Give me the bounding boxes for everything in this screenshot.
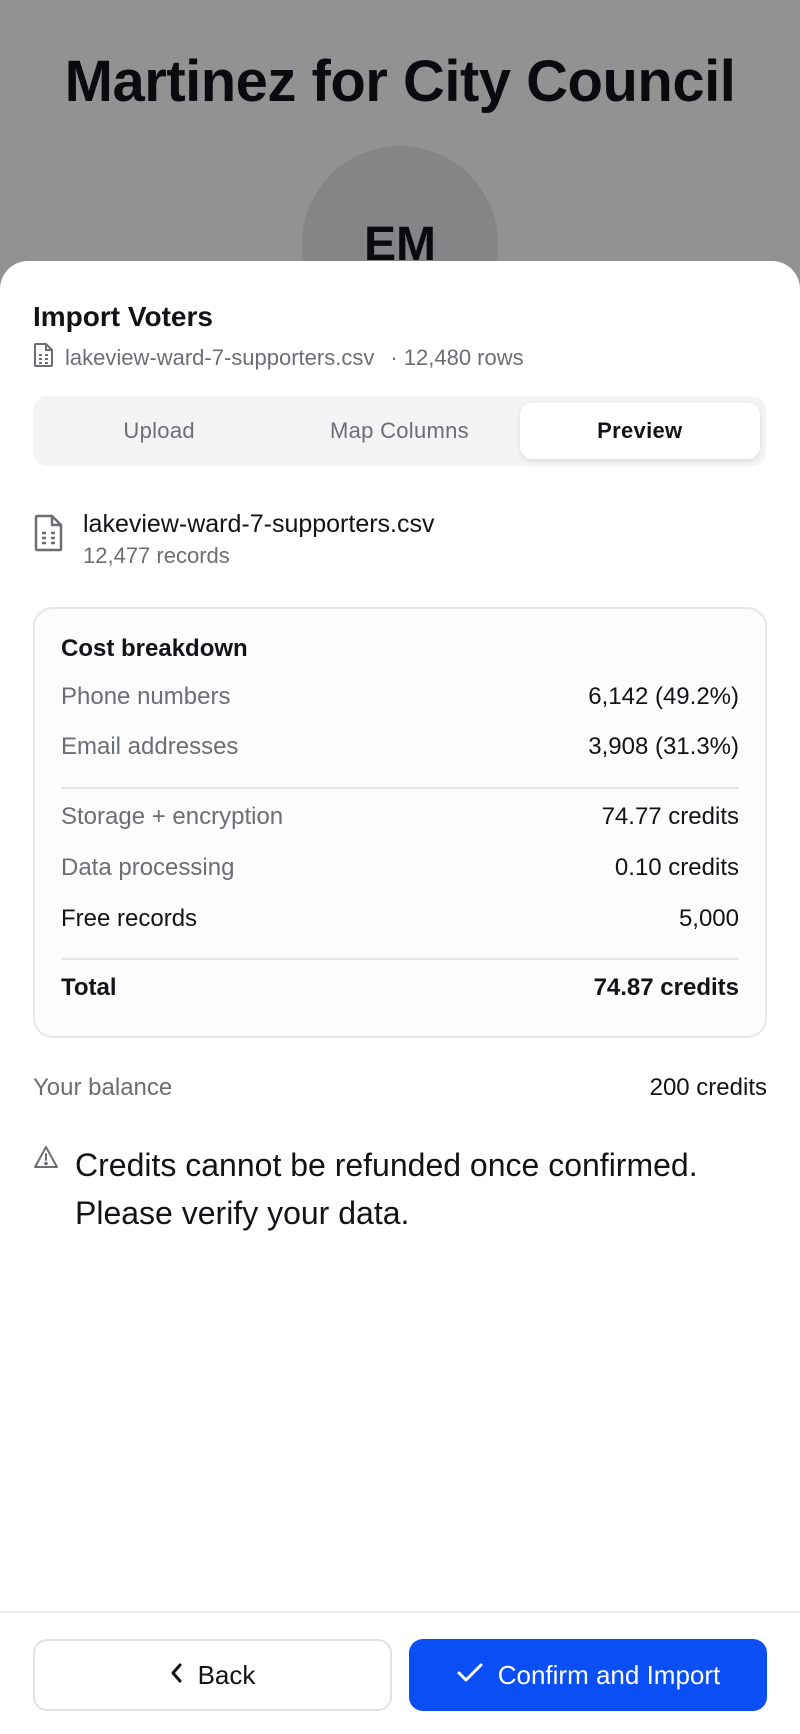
file-name-subtitle: lakeview-ward-7-supporters.csv (65, 345, 375, 370)
file-icon (33, 513, 65, 558)
sheet-title: Import Voters (33, 301, 213, 332)
row-count: · 12,480 rows (390, 345, 524, 370)
balance-label: Your balance (33, 1074, 173, 1101)
email-addresses-value: 3,908 (31.3%) (588, 733, 739, 760)
balance-row: Your balance 200 credits (33, 1072, 767, 1104)
tab-preview[interactable]: Preview (519, 403, 760, 459)
storage-label: Storage + encryption (61, 803, 284, 830)
total-label: Total (61, 974, 117, 1001)
tab-map-columns[interactable]: Map Columns (279, 403, 519, 459)
file-icon (33, 342, 55, 374)
warning-triangle-icon (33, 1145, 59, 1174)
free-records-value: 5,000 (678, 905, 739, 932)
storage-row: Storage + encryption 74.77 credits (61, 801, 739, 833)
phone-numbers-row: Phone numbers 6,142 (49.2%) (61, 681, 739, 713)
cost-breakdown-card: Cost breakdown Phone numbers 6,142 (49.2… (33, 607, 767, 1038)
file-subtitle: lakeview-ward-7-supporters.csv · 12,480 … (33, 343, 524, 373)
back-button-label: Back (197, 1659, 256, 1690)
file-records: 12,477 records (83, 543, 230, 568)
data-processing-value: 0.10 credits (614, 854, 739, 881)
sheet-footer: Back Confirm and Import (0, 1611, 800, 1734)
cost-breakdown-title: Cost breakdown (61, 635, 248, 662)
refund-warning: Credits cannot be refunded once confirme… (33, 1141, 773, 1237)
import-voters-sheet: Import Voters lakeview-ward-7-supporters… (0, 261, 800, 1734)
free-records-label: Free records (61, 905, 198, 932)
email-addresses-label: Email addresses (61, 733, 239, 760)
email-addresses-row: Email addresses 3,908 (31.3%) (61, 731, 739, 763)
total-row: Total 74.87 credits (61, 972, 739, 1004)
free-records-row: Free records 5,000 (61, 903, 739, 935)
chevron-left-icon (170, 1660, 184, 1691)
divider (61, 787, 739, 789)
storage-value: 74.77 credits (601, 803, 739, 830)
file-name: lakeview-ward-7-supporters.csv (83, 510, 435, 538)
file-info: lakeview-ward-7-supporters.csv 12,477 re… (33, 509, 435, 571)
confirm-import-label: Confirm and Import (497, 1659, 721, 1690)
check-icon (456, 1660, 484, 1691)
back-button[interactable]: Back (33, 1639, 392, 1711)
data-processing-row: Data processing 0.10 credits (61, 852, 739, 884)
phone-numbers-label: Phone numbers (61, 683, 231, 710)
balance-value: 200 credits (649, 1074, 767, 1101)
tab-upload[interactable]: Upload (39, 403, 279, 459)
phone-numbers-value: 6,142 (49.2%) (588, 683, 739, 710)
confirm-import-button[interactable]: Confirm and Import (409, 1639, 767, 1711)
import-steps-tabs: Upload Map Columns Preview (33, 396, 766, 466)
data-processing-label: Data processing (61, 854, 235, 881)
total-value: 74.87 credits (593, 974, 739, 1001)
divider (61, 958, 739, 960)
warning-text: Credits cannot be refunded once confirme… (75, 1147, 698, 1231)
